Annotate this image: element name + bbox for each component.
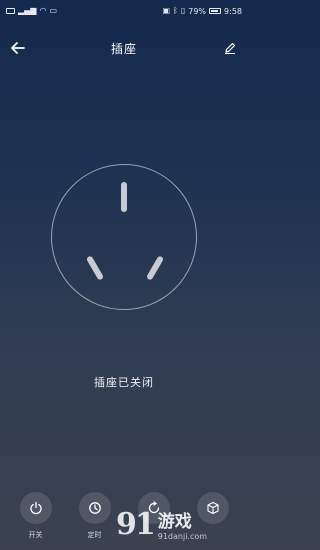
clock-time: 9:58 [224, 6, 242, 16]
socket-pin-left [85, 255, 105, 281]
pencil-icon [225, 42, 236, 54]
wifi-icon: ◠ [39, 6, 47, 15]
socket-pin-right [145, 255, 165, 281]
watermark-name: 游戏 [157, 512, 192, 532]
tab-timer-circle [78, 492, 111, 524]
back-arrow-icon [11, 42, 25, 54]
edit-button[interactable] [220, 38, 240, 58]
tab-timer[interactable]: 定时 [70, 492, 120, 540]
hd-icon [6, 8, 15, 14]
nfc-icon: ▣ [162, 6, 171, 15]
power-icon [29, 501, 42, 515]
signal-icon: ▂▄▆ [18, 6, 37, 15]
status-left-icons: ▂▄▆ ◠ ▭ [6, 7, 57, 15]
battery-percent: 79% [188, 6, 207, 16]
status-right-icons: ▣ ᛒ ▯ 79% 9:58 [162, 7, 242, 16]
watermark-logo: 91 [116, 506, 156, 542]
header: 插座 [0, 36, 248, 60]
notification-icon: ▭ [49, 6, 58, 15]
tab-switch-circle [19, 492, 52, 524]
watermark-text: 游戏 91danji.com [158, 507, 207, 541]
tab-switch-label: 开关 [28, 531, 43, 539]
page-title: 插座 [110, 41, 137, 56]
bluetooth-icon: ᛒ [173, 6, 178, 15]
back-button[interactable] [8, 38, 28, 58]
vibrate-icon: ▯ [180, 6, 186, 15]
tab-switch[interactable]: 开关 [11, 492, 61, 540]
watermark-url: 91danji.com [157, 532, 208, 541]
socket-pin-top [121, 182, 127, 212]
socket-status-text: 插座已关闭 [94, 376, 154, 389]
clock-icon [88, 502, 101, 514]
battery-icon [209, 8, 222, 14]
socket-toggle[interactable] [51, 164, 197, 310]
status-bar: ▂▄▆ ◠ ▭ ▣ ᛒ ▯ 79% 9:58 [0, 0, 248, 22]
watermark: 91 游戏 91danji.com [116, 498, 248, 550]
tab-timer-label: 定时 [87, 531, 102, 539]
